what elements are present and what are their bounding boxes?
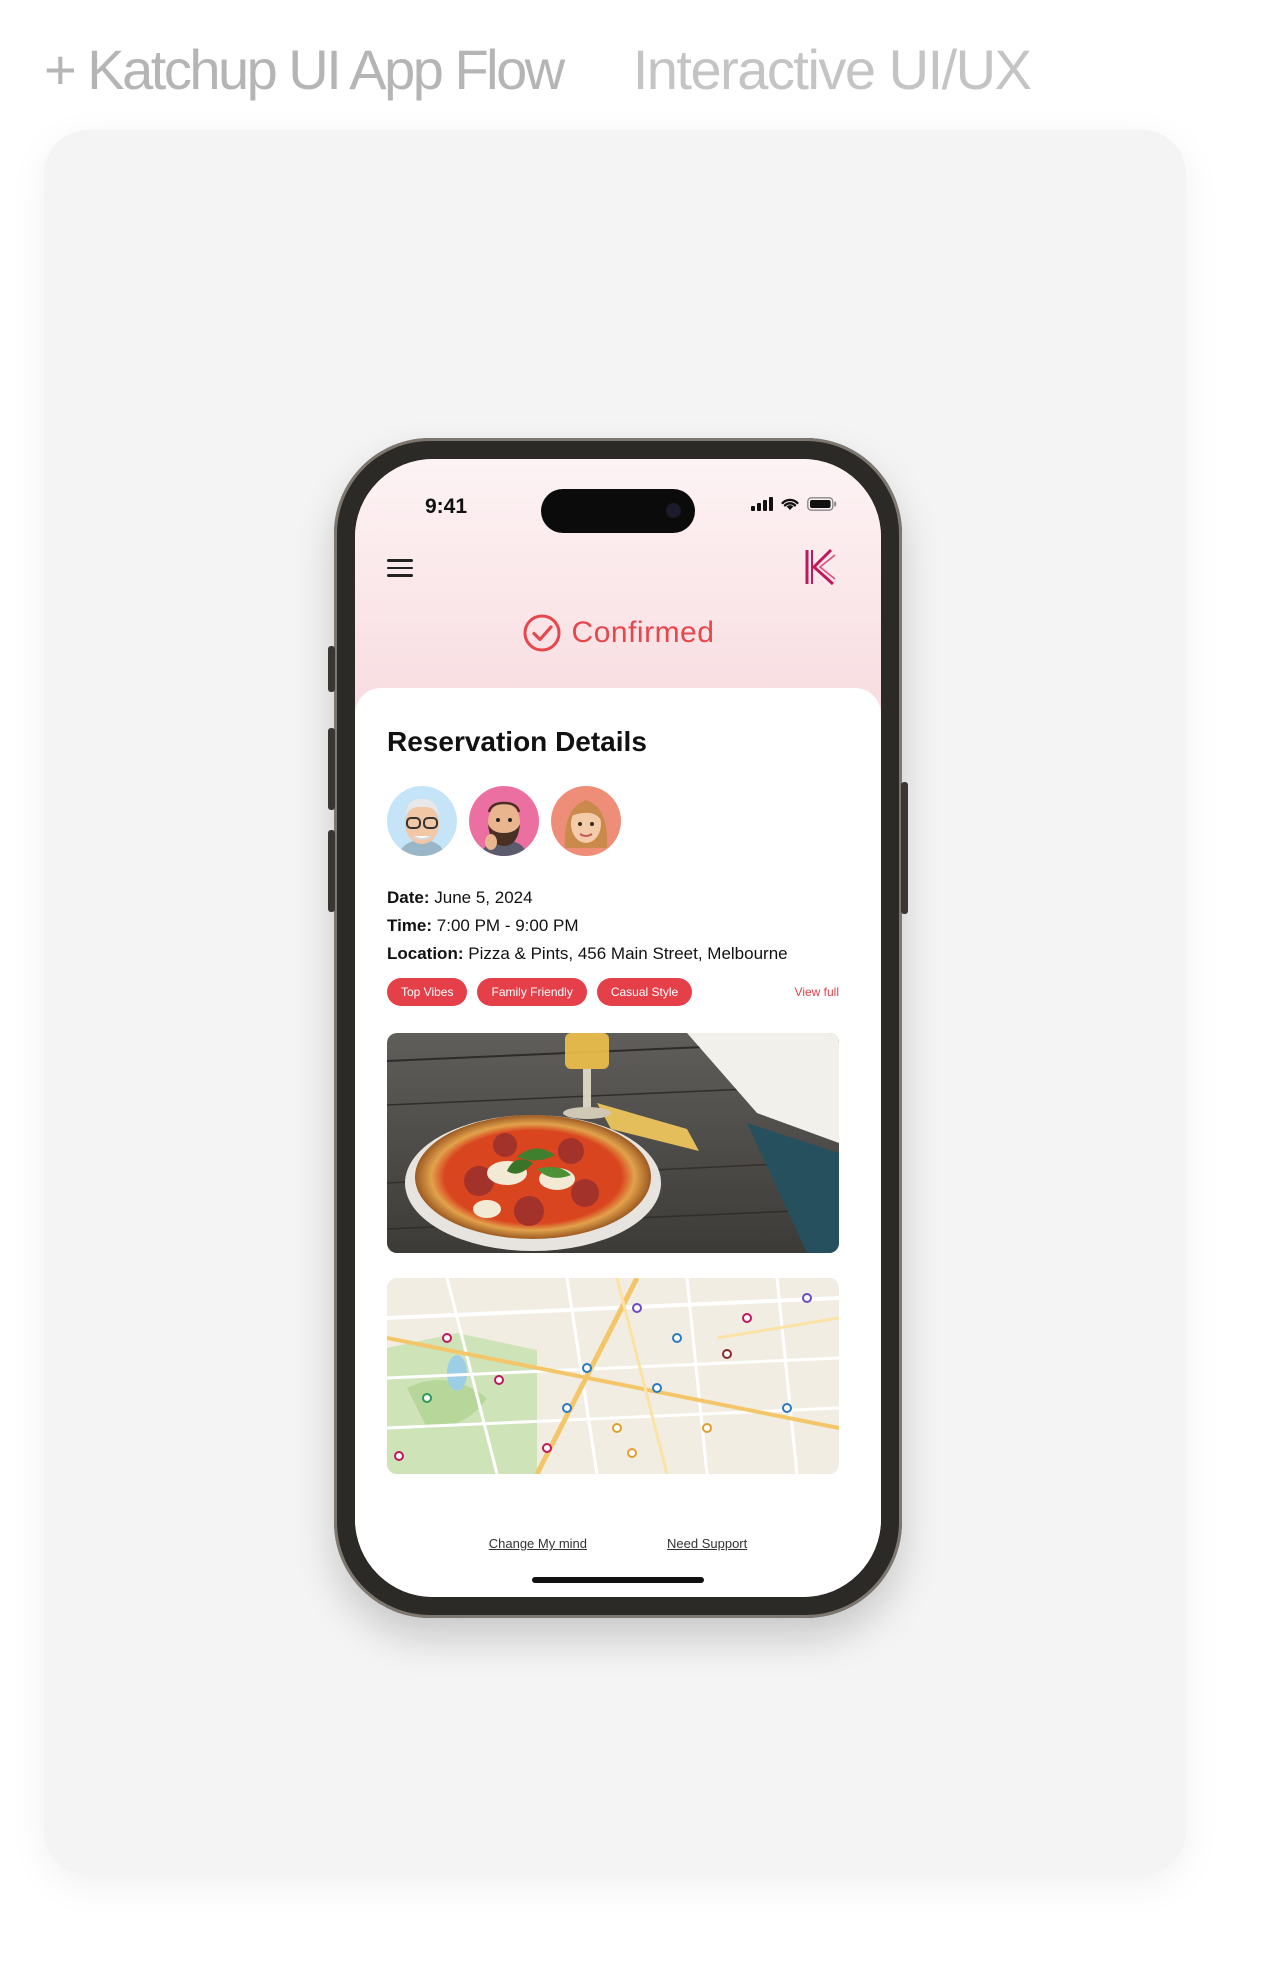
katchup-logo-icon[interactable] (803, 547, 837, 587)
phone-screen: 9:41 Confirmed Reservation Details Date:… (355, 459, 881, 1597)
dynamic-island (541, 489, 695, 533)
map-image (387, 1278, 839, 1474)
hamburger-menu-icon[interactable] (387, 555, 413, 581)
page-heading: + Katchup UI App Flow Interactive UI/UX (44, 34, 1032, 104)
reservation-details: Date: June 5, 2024 Time: 7:00 PM - 9:00 … (387, 884, 788, 968)
location-value: Pizza & Pints, 456 Main Street, Melbourn… (468, 944, 788, 963)
memoji-glasses-icon (400, 798, 444, 856)
phone-mockup: 9:41 Confirmed Reservation Details Date:… (328, 438, 908, 1618)
venue-photo[interactable] (387, 1033, 839, 1253)
footer-actions: Change My mind Need Support (355, 1536, 881, 1551)
location-label: Location: (387, 944, 464, 963)
battery-icon (807, 497, 837, 511)
location-row: Location: Pizza & Pints, 456 Main Street… (387, 940, 788, 968)
memoji-woman-icon (564, 800, 608, 848)
date-label: Date: (387, 888, 430, 907)
avatar[interactable] (469, 786, 539, 856)
page-subtitle: Interactive UI/UX (632, 37, 1032, 101)
memoji-beard-icon (482, 801, 526, 856)
change-my-mind-link[interactable]: Change My mind (489, 1536, 587, 1551)
volume-up-button (328, 728, 335, 810)
action-button (328, 646, 335, 692)
status-icons (751, 497, 837, 511)
tag-family-friendly[interactable]: Family Friendly (477, 978, 587, 1006)
status-time: 9:41 (425, 495, 468, 518)
page-title: + Katchup UI App Flow (44, 37, 565, 101)
power-button (901, 782, 908, 914)
time-label: Time: (387, 916, 433, 935)
tag-casual-style[interactable]: Casual Style (596, 978, 693, 1006)
check-circle-icon (523, 614, 561, 652)
avatar[interactable] (551, 786, 621, 856)
home-indicator[interactable] (532, 1577, 704, 1583)
need-support-link[interactable]: Need Support (667, 1536, 747, 1551)
venue-tags: Top Vibes Family Friendly Casual Style V… (387, 978, 849, 1006)
camera-icon (666, 503, 681, 518)
volume-down-button (328, 830, 335, 912)
avatar[interactable] (387, 786, 457, 856)
view-full-link[interactable]: View full (795, 985, 839, 999)
reservation-sheet: Reservation Details Date: June 5, 2024 T… (355, 688, 881, 1597)
time-row: Time: 7:00 PM - 9:00 PM (387, 912, 788, 940)
pizza-photo-image (387, 1033, 839, 1253)
signal-icon (751, 497, 773, 511)
guest-avatars (387, 786, 621, 856)
time-value: 7:00 PM - 9:00 PM (436, 916, 579, 935)
tag-top-vibes[interactable]: Top Vibes (387, 978, 468, 1006)
date-row: Date: June 5, 2024 (387, 884, 788, 912)
date-value: June 5, 2024 (434, 888, 533, 907)
status-bar: 9:41 (355, 459, 881, 539)
wifi-icon (781, 498, 799, 510)
confirmation-status: Confirmed (355, 613, 881, 653)
venue-map[interactable] (387, 1278, 839, 1474)
confirmed-label: Confirmed (571, 616, 715, 649)
reservation-title: Reservation Details (387, 726, 647, 757)
